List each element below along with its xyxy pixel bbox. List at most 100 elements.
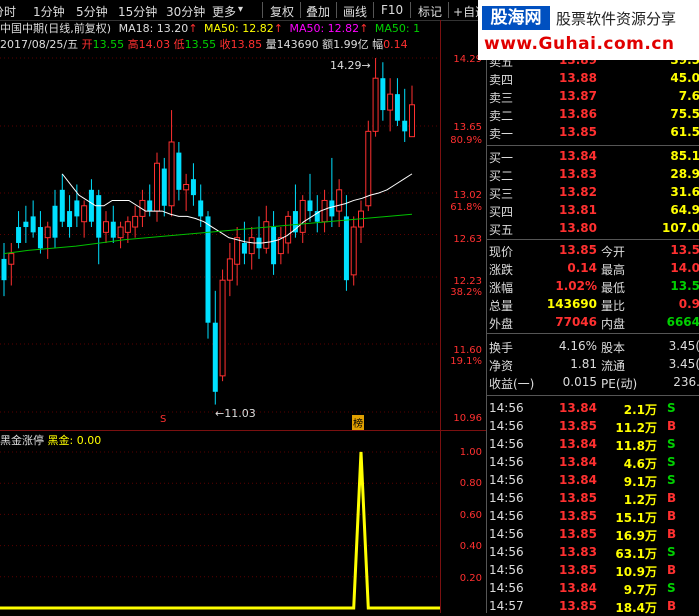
ask-row[interactable]: 卖四 13.88 45.0 [487,70,699,88]
tab-fenshi[interactable]: 分时 [0,3,16,20]
candle[interactable] [1,242,7,297]
candle[interactable] [176,141,182,201]
candle[interactable] [241,221,247,265]
candle-body [154,162,160,212]
candle[interactable] [183,173,190,212]
candle[interactable] [277,227,284,265]
candle[interactable] [219,269,226,382]
vol-value: 143690 [276,38,319,51]
tick-row[interactable]: 14:56 13.84 2.1万 S [487,400,699,418]
candle[interactable] [409,85,415,138]
candle[interactable] [67,195,73,238]
candle[interactable] [365,120,372,212]
candle[interactable] [234,227,241,286]
candle[interactable] [307,173,313,222]
draw-line-button[interactable]: 画线 [343,3,367,20]
candle[interactable] [256,216,262,259]
candle[interactable] [16,211,22,249]
tick-row[interactable]: 14:56 13.85 15.1万 B [487,508,699,526]
candle[interactable] [30,200,36,238]
tick-row[interactable]: 14:56 13.83 63.1万 S [487,544,699,562]
ask-row[interactable]: 卖一 13.85 61.5 [487,124,699,142]
candle[interactable] [52,189,58,249]
chevron-down-icon[interactable]: ▾ [238,4,243,15]
candle[interactable] [226,242,233,297]
tick-row[interactable]: 14:56 13.85 1.2万 B [487,490,699,508]
candle[interactable] [59,173,65,228]
candle[interactable] [103,211,109,243]
candle[interactable] [44,221,51,259]
quote-row[interactable]: 总量 143690 量比 0.9 [487,296,699,314]
quote-row[interactable]: 涨幅 1.02% 最低 13.5 [487,278,699,296]
candle[interactable] [96,189,102,265]
candle[interactable] [329,157,335,228]
candle[interactable] [8,242,15,286]
candle[interactable] [117,221,124,249]
candle[interactable] [387,78,394,132]
quote-row[interactable]: 外盘 77046 内盘 6664 [487,314,699,332]
tick-row[interactable]: 14:57 13.85 18.4万 B [487,598,699,616]
candle[interactable] [37,211,43,254]
candle[interactable] [263,205,270,254]
candle[interactable] [110,205,116,243]
candle[interactable] [147,184,153,217]
indicator-chart[interactable] [0,446,440,613]
candle[interactable] [248,227,255,270]
candle-body [271,227,277,265]
candle[interactable] [285,211,292,254]
candle[interactable] [394,78,400,127]
bid-row[interactable]: 买四 13.81 64.9 [487,202,699,220]
bid-row[interactable]: 买三 13.82 31.6 [487,184,699,202]
candle[interactable] [81,200,88,238]
tick-row[interactable]: 14:56 13.84 9.7万 S [487,580,699,598]
restore-rights-button[interactable]: 复权 [270,3,294,20]
tab-15min[interactable]: 15分钟 [118,3,157,20]
candle[interactable] [336,179,343,228]
bid-row[interactable]: 买二 13.83 28.9 [487,166,699,184]
candle[interactable] [212,290,218,405]
quote-row[interactable]: 现价 13.85 今开 13.5 [487,242,699,260]
tick-row[interactable]: 14:56 13.85 11.2万 B [487,418,699,436]
candle[interactable] [380,62,386,121]
candle[interactable] [321,189,328,233]
quote-row[interactable]: 收益(一) 0.015 PE(动) 236. [487,374,699,392]
candle[interactable] [161,157,167,217]
tick-price: 13.85 [559,509,597,523]
amount-label: 额 [322,38,334,51]
candle[interactable] [402,88,408,142]
tab-5min[interactable]: 5分钟 [76,3,108,20]
tab-more[interactable]: 更多 [212,3,236,20]
candle[interactable] [132,205,139,238]
tick-row[interactable]: 14:56 13.85 16.9万 B [487,526,699,544]
candle[interactable] [358,200,364,243]
candle[interactable] [168,110,175,217]
tick-row[interactable]: 14:56 13.84 4.6万 S [487,454,699,472]
quote-row[interactable]: 净资 1.81 流通 3.45( [487,356,699,374]
candle[interactable] [372,58,379,137]
quote-row[interactable]: 换手 4.16% 股本 3.45( [487,338,699,356]
quote-value: 1.81 [570,357,597,371]
candle[interactable] [343,195,349,291]
f10-button[interactable]: F10 [381,3,403,17]
ask-row[interactable]: 卖三 13.87 7.6 [487,88,699,106]
ask-row[interactable]: 卖二 13.86 75.5 [487,106,699,124]
candle[interactable] [205,211,211,339]
tab-1min[interactable]: 1分钟 [33,3,65,20]
candle[interactable] [23,205,29,243]
mark-button[interactable]: 标记 [418,3,442,20]
bid-row[interactable]: 买一 13.84 85.1 [487,148,699,166]
candle[interactable] [299,195,306,243]
tick-row[interactable]: 14:56 13.84 9.1万 S [487,472,699,490]
candlestick-chart[interactable] [0,52,440,430]
tick-row[interactable]: 14:56 13.85 10.9万 B [487,562,699,580]
tab-30min[interactable]: 30分钟 [166,3,205,20]
candle[interactable] [190,163,196,206]
marker-s[interactable]: S [160,414,166,425]
candle[interactable] [271,211,277,275]
marker-bang[interactable]: 榜 [352,415,364,430]
tick-row[interactable]: 14:56 13.84 11.8万 S [487,436,699,454]
bid-row[interactable]: 买五 13.80 107.0 [487,220,699,238]
overlay-button[interactable]: 叠加 [306,3,330,20]
candle[interactable] [350,216,357,286]
quote-row[interactable]: 涨跌 0.14 最高 14.0 [487,260,699,278]
